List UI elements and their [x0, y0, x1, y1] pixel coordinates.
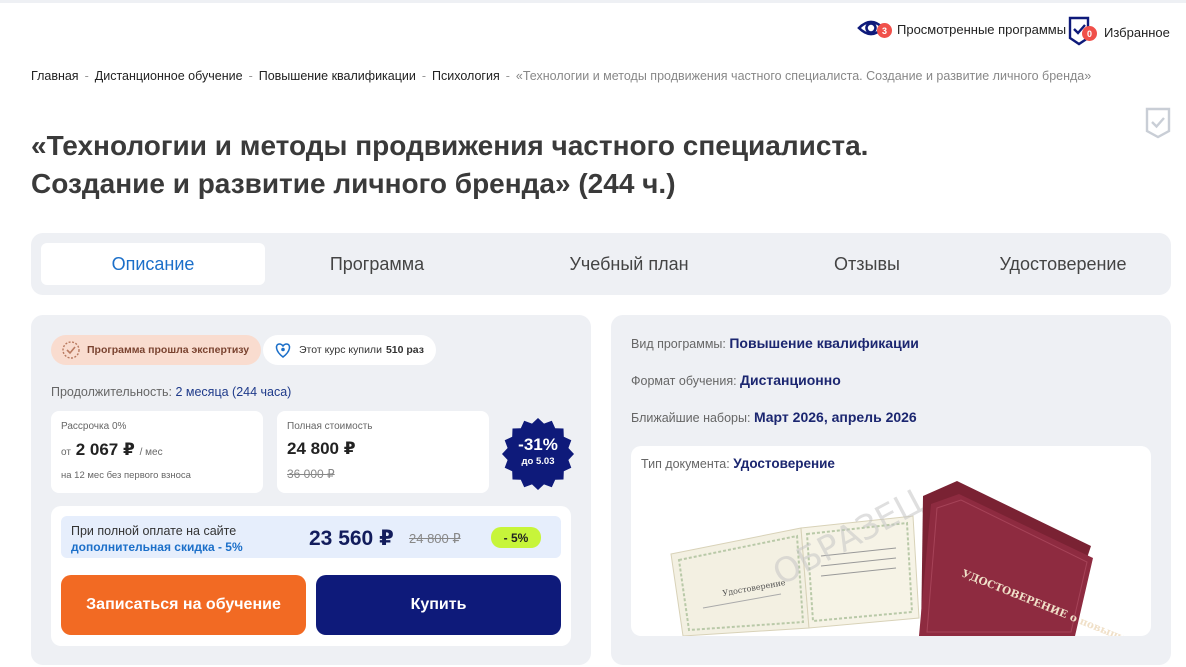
breadcrumb-qualification[interactable]: Повышение квалификации	[259, 69, 416, 83]
page-title: «Технологии и методы продвижения частног…	[31, 127, 1031, 203]
eye-icon: 3	[857, 16, 892, 43]
certificate-image: Удостоверение ОБРАЗЕЦ УДОСТОВЕРЕНИЕ о по…	[670, 481, 1151, 636]
breadcrumb-psychology[interactable]: Психология	[432, 69, 500, 83]
installment-label: Рассрочка 0%	[61, 421, 127, 432]
document-type-label: Тип документа:	[641, 457, 730, 471]
document-card: Удостоверение ОБРАЗЕЦ УДОСТОВЕРЕНИЕ о по…	[631, 446, 1151, 636]
duration-label: Продолжительность:	[51, 385, 172, 399]
site-payment-line-1: При полной оплате на сайте	[71, 524, 237, 538]
breadcrumb-separator: -	[248, 69, 253, 83]
viewed-count-badge: 3	[877, 23, 892, 38]
full-price-label: Полная стоимость	[287, 421, 373, 432]
tab-bar: Описание Программа Учебный план Отзывы У…	[31, 233, 1171, 295]
duration: Продолжительность: 2 месяца (244 часа)	[51, 385, 291, 399]
payment-box: При полной оплате на сайте дополнительна…	[51, 506, 571, 646]
favorites-shield-icon: 0	[1068, 16, 1097, 49]
certificate-booklet-cover-image: УДОСТОВЕРЕНИЕ о повышении квалификации	[919, 494, 1151, 636]
top-bar: 3 Просмотренные программы 0 Избранное	[0, 0, 1186, 56]
tab-certificate[interactable]: Удостоверение	[951, 243, 1175, 285]
site-payment-old-price: 24 800 ₽	[409, 531, 461, 546]
viewed-programs-link[interactable]: 3 Просмотренные программы	[857, 16, 1066, 43]
buy-button[interactable]: Купить	[316, 575, 561, 635]
expert-badge-label: Программа прошла экспертизу	[87, 344, 250, 356]
breadcrumb: Главная - Дистанционное обучение - Повышение…	[31, 69, 1091, 83]
installment-note: на 12 мес без первого взноса	[61, 470, 191, 481]
breadcrumb-home[interactable]: Главная	[31, 69, 79, 83]
discount-badge: -31% до 5.03	[501, 435, 575, 467]
expert-badge: Программа прошла экспертизу	[51, 335, 262, 365]
tab-program[interactable]: Программа	[265, 243, 489, 285]
favorites-label: Избранное	[1104, 25, 1170, 40]
breadcrumb-distance-learning[interactable]: Дистанционное обучение	[95, 69, 243, 83]
program-type-value: Повышение квалификации	[729, 335, 919, 351]
program-info-panel: Вид программы: Повышение квалификации Фо…	[611, 315, 1171, 665]
open-certificate-image: Удостоверение ОБРАЗЕЦ	[670, 482, 930, 636]
tab-study-plan[interactable]: Учебный план	[517, 243, 741, 285]
breadcrumb-separator: -	[421, 69, 427, 83]
favorites-link[interactable]: 0 Избранное	[1068, 16, 1170, 49]
breadcrumb-current: «Технологии и методы продвижения частног…	[515, 69, 1092, 83]
tab-description[interactable]: Описание	[41, 243, 265, 285]
add-to-favorites-icon[interactable]	[1145, 107, 1171, 144]
breadcrumb-separator: -	[84, 69, 89, 83]
duration-value: 2 месяца (244 часа)	[175, 385, 292, 399]
heart-icon	[275, 343, 291, 358]
site-payment-line-2: дополнительная скидка - 5%	[71, 540, 243, 554]
document-type-value: Удостоверение	[733, 456, 835, 471]
full-price: 24 800 ₽	[287, 439, 356, 458]
page-title-line-2: Создание и развитие личного бренда» (244…	[31, 168, 676, 199]
document-type-row: Тип документа: Удостоверение	[641, 456, 835, 471]
program-type-row: Вид программы: Повышение квалификации	[631, 335, 919, 351]
breadcrumb-separator: -	[505, 69, 510, 83]
installment-per: / мес	[139, 447, 163, 458]
expert-check-icon	[62, 341, 80, 359]
site-payment-discount: При полной оплате на сайте дополнительна…	[61, 516, 561, 558]
full-price-card: Полная стоимость 24 800 ₽ 36 000 ₽	[277, 411, 489, 493]
enroll-button[interactable]: Записаться на обучение	[61, 575, 306, 635]
installment-price-row: от 2 067 ₽ / мес	[61, 440, 163, 460]
intake-value: Март 2026, апрель 2026	[753, 409, 917, 425]
installment-price: 2 067 ₽	[75, 440, 135, 459]
bought-count: 510 раз	[385, 344, 424, 356]
discount-percent: -31%	[518, 435, 558, 454]
viewed-programs-label: Просмотренные программы	[897, 22, 1067, 37]
intake-row: Ближайшие наборы: Март 2026, апрель 2026	[631, 409, 917, 425]
format-row: Формат обучения: Дистанционно	[631, 372, 841, 388]
offer-panel: Программа прошла экспертизу Этот курс ку…	[31, 315, 591, 665]
tab-reviews[interactable]: Отзывы	[755, 243, 979, 285]
site-payment-new-price: 23 560 ₽	[309, 527, 394, 550]
format-value: Дистанционно	[740, 372, 841, 388]
program-type-label: Вид программы:	[631, 337, 726, 351]
page-title-line-1: «Технологии и методы продвижения частног…	[31, 130, 869, 161]
installment-from: от	[61, 447, 71, 458]
full-old-price: 36 000 ₽	[287, 467, 335, 481]
intake-label: Ближайшие наборы:	[631, 411, 751, 425]
bought-prefix: Этот курс купили	[299, 344, 382, 356]
favorites-count-badge: 0	[1082, 26, 1097, 41]
format-label: Формат обучения:	[631, 374, 737, 388]
installment-card: Рассрочка 0% от 2 067 ₽ / мес на 12 мес …	[51, 411, 263, 493]
bought-count-badge: Этот курс купили 510 раз	[263, 335, 436, 365]
site-payment-percent-badge: - 5%	[491, 527, 541, 548]
discount-until: до 5.03	[521, 456, 555, 467]
